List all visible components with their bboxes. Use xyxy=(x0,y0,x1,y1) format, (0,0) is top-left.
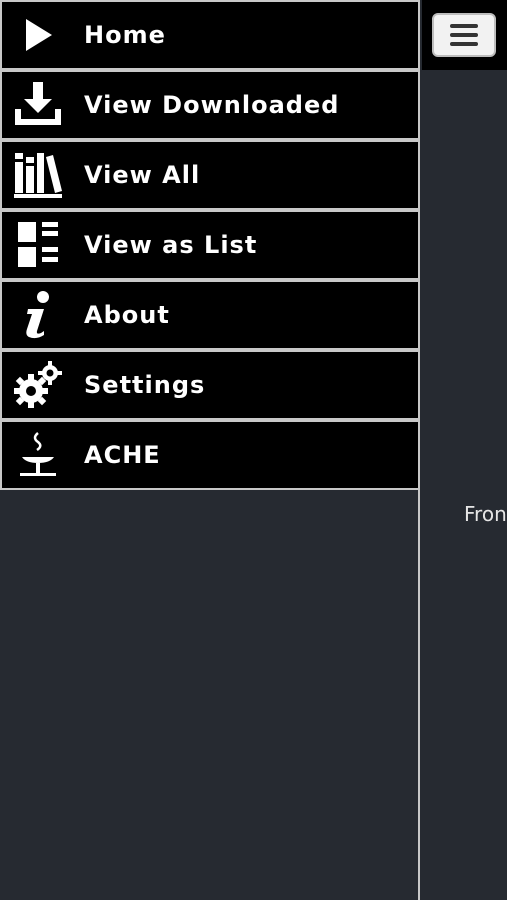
menu-item-about[interactable]: About xyxy=(0,280,420,350)
menu-item-view-all[interactable]: View All xyxy=(0,140,420,210)
download-icon xyxy=(10,77,66,133)
main-content-text: Fron xyxy=(464,502,507,526)
menu-item-ache[interactable]: ACHE xyxy=(0,420,420,490)
menu-item-label: Settings xyxy=(84,371,206,399)
play-icon xyxy=(10,7,66,63)
side-drawer: Home View Downloaded View All View as Li… xyxy=(0,0,420,900)
menu-item-settings[interactable]: Settings xyxy=(0,350,420,420)
list-view-icon xyxy=(10,217,66,273)
hamburger-icon-line xyxy=(450,33,478,37)
hamburger-icon-line xyxy=(450,42,478,46)
menu-item-view-as-list[interactable]: View as List xyxy=(0,210,420,280)
menu-item-label: About xyxy=(84,301,170,329)
hamburger-menu-button[interactable] xyxy=(432,13,496,57)
menu-item-label: ACHE xyxy=(84,441,161,469)
menu-item-label: View All xyxy=(84,161,201,189)
info-icon xyxy=(10,287,66,343)
menu-item-label: View Downloaded xyxy=(84,91,340,119)
library-icon xyxy=(10,147,66,203)
app-screen: Fron Home View Downloaded View All View … xyxy=(0,0,507,900)
menu-item-label: View as List xyxy=(84,231,258,259)
menu-item-view-downloaded[interactable]: View Downloaded xyxy=(0,70,420,140)
menu-item-label: Home xyxy=(84,21,166,49)
hamburger-icon-line xyxy=(450,24,478,28)
menu-item-home[interactable]: Home xyxy=(0,0,420,70)
ache-logo-icon xyxy=(10,427,66,483)
gear-icon xyxy=(10,357,66,413)
